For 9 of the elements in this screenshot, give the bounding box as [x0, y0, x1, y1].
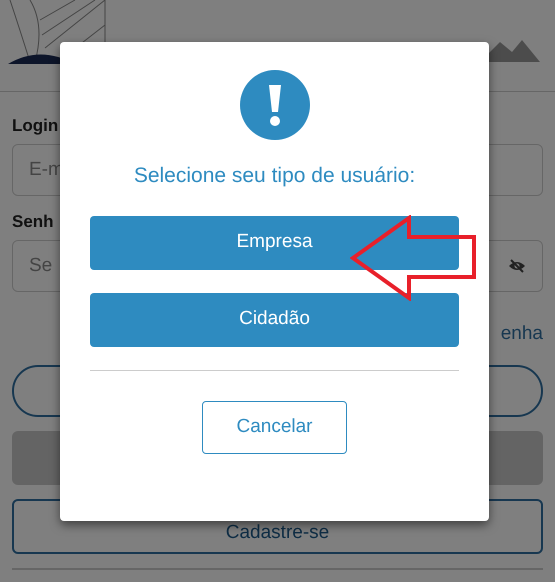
exclamation-icon: [240, 70, 310, 140]
login-label: Login: [12, 116, 60, 136]
dialog-title: Selecione seu tipo de usuário:: [134, 163, 416, 189]
cancel-button[interactable]: Cancelar: [202, 400, 347, 454]
password-label: Senh: [12, 212, 55, 232]
eye-slash-icon[interactable]: [508, 259, 526, 273]
forgot-password-link[interactable]: enha: [500, 323, 543, 344]
user-type-button[interactable]: Cidadão: [90, 292, 459, 346]
user-type-button[interactable]: Empresa: [90, 216, 459, 270]
